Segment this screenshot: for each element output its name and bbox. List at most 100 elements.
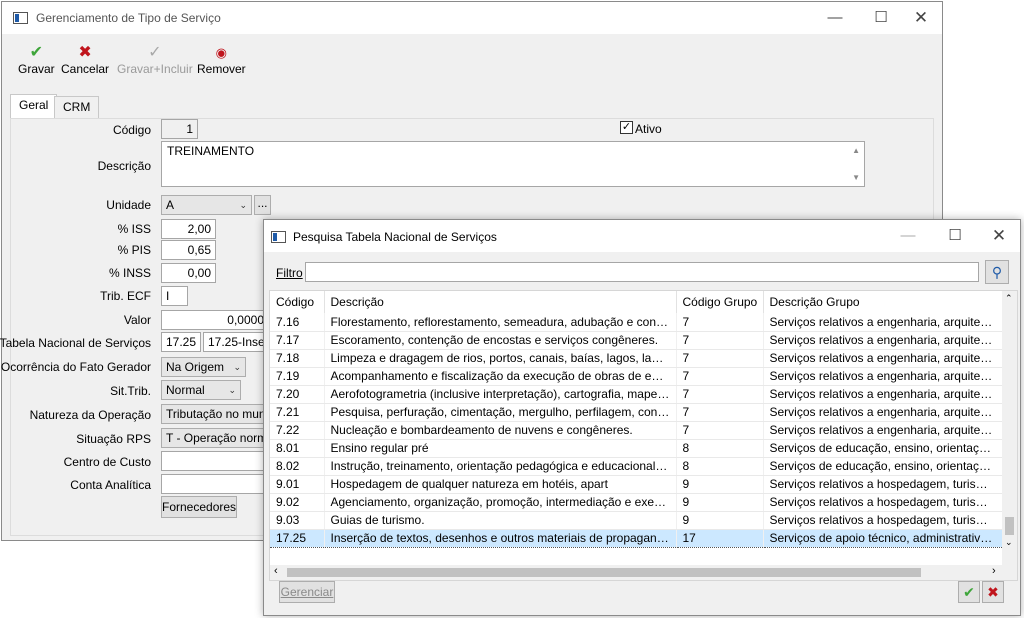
ativo-checkbox[interactable]: ✓ bbox=[620, 121, 633, 134]
cell-descricao-grupo: Serviços de educação, ensino, orientação… bbox=[763, 457, 1003, 476]
cell-codigo: 7.19 bbox=[270, 367, 325, 386]
tab-crm[interactable]: CRM bbox=[54, 96, 100, 118]
remove-button[interactable]: ◉ Remover bbox=[197, 44, 246, 76]
confirm-button[interactable]: ✔ bbox=[958, 581, 980, 603]
table-row[interactable]: 17.25 Inserção de textos, desenhos e outr… bbox=[270, 528, 1003, 548]
cell-codigo: 17.25 bbox=[270, 528, 325, 548]
vertical-scroll-thumb[interactable] bbox=[1005, 517, 1014, 535]
results-grid: Código Descrição Código Grupo Descrição … bbox=[269, 290, 1018, 581]
column-header-descricao[interactable]: Descrição bbox=[324, 291, 677, 313]
cell-descricao: Inserção de textos, desenhos e outros ma… bbox=[324, 528, 677, 548]
cell-codigo-grupo: 7 bbox=[676, 313, 764, 332]
scroll-up-icon[interactable]: ▲ bbox=[852, 146, 860, 155]
dialog-maximize-button[interactable]: ☐ bbox=[932, 220, 978, 252]
cell-descricao-grupo: Serviços relativos a hospedagem, turismo… bbox=[763, 511, 1003, 530]
descricao-textarea[interactable]: TREINAMENTO ▲ ▼ bbox=[161, 141, 865, 187]
horizontal-scroll-thumb[interactable] bbox=[287, 568, 921, 577]
table-row[interactable]: 8.01 Ensino regular pré 8 Serviços de educa… bbox=[270, 439, 1003, 458]
column-header-codigo-grupo[interactable]: Código Grupo bbox=[676, 291, 764, 313]
cell-descricao: Hospedagem de qualquer natureza em hotéi… bbox=[324, 475, 677, 494]
scroll-up-icon[interactable]: ⌃ bbox=[1005, 293, 1013, 304]
cell-descricao: Escoramento, contenção de encostas e ser… bbox=[324, 331, 677, 350]
codigo-label: Código bbox=[112, 123, 151, 137]
scroll-left-icon[interactable]: ‹ bbox=[274, 565, 278, 577]
close-window-button[interactable]: ✕ bbox=[898, 2, 944, 34]
table-header: Código Descrição Código Grupo Descrição … bbox=[270, 291, 1003, 313]
tns-code-field[interactable]: 17.25 bbox=[161, 332, 201, 352]
cell-descricao: Instrução, treinamento, orientação pedag… bbox=[324, 457, 677, 476]
table-row[interactable]: 7.20 Aerofotogrametria (inclusive interpr… bbox=[270, 385, 1003, 404]
cell-codigo-grupo: 7 bbox=[676, 385, 764, 404]
table-row[interactable]: 7.21 Pesquisa, perfuração, cimentação, me… bbox=[270, 403, 1003, 422]
valor-field[interactable]: 0,0000 bbox=[161, 310, 269, 330]
save-include-button[interactable]: ✓ Gravar+Incluir bbox=[117, 44, 193, 76]
rps-select[interactable]: T - Operação normal bbox=[161, 428, 273, 448]
iss-field[interactable]: 2,00 bbox=[161, 219, 216, 239]
cell-codigo-grupo: 8 bbox=[676, 439, 764, 458]
unidade-select[interactable]: A ⌄ bbox=[161, 195, 252, 215]
cell-codigo-grupo: 9 bbox=[676, 493, 764, 512]
table-row[interactable]: 7.22 Nucleação e bombardeamento de nuvens… bbox=[270, 421, 1003, 440]
cancel-dialog-button[interactable]: ✖ bbox=[982, 581, 1004, 603]
scroll-down-icon[interactable]: ▼ bbox=[852, 173, 860, 182]
table-row[interactable]: 7.18 Limpeza e dragagem de rios, portos, … bbox=[270, 349, 1003, 368]
cell-descricao: Limpeza e dragagem de rios, portos, cana… bbox=[324, 349, 677, 368]
save-button[interactable]: ✔ Gravar bbox=[18, 44, 55, 76]
filter-input[interactable] bbox=[305, 262, 979, 282]
table-row[interactable]: 9.03 Guias de turismo. 9 Serviços relativos… bbox=[270, 511, 1003, 530]
cell-descricao-grupo: Serviços relativos a engenharia, arquite… bbox=[763, 349, 1003, 368]
cell-codigo-grupo: 9 bbox=[676, 511, 764, 530]
cell-codigo-grupo: 8 bbox=[676, 457, 764, 476]
cell-descricao-grupo: Serviços relativos a engenharia, arquite… bbox=[763, 331, 1003, 350]
conta-analitica-field[interactable] bbox=[161, 474, 273, 494]
check-plus-icon: ✓ bbox=[148, 44, 162, 61]
cell-codigo: 9.03 bbox=[270, 511, 325, 530]
gerenciar-button[interactable]: Gerenciar bbox=[279, 581, 335, 603]
dialog-titlebar: Pesquisa Tabela Nacional de Serviços — ☐… bbox=[264, 220, 1020, 252]
search-dialog: Pesquisa Tabela Nacional de Serviços — ☐… bbox=[263, 219, 1021, 616]
natureza-select[interactable]: Tributação no município bbox=[161, 404, 273, 424]
table-row[interactable]: 8.02 Instrução, treinamento, orientação p… bbox=[270, 457, 1003, 476]
scroll-right-icon[interactable]: › bbox=[992, 565, 996, 577]
inss-field[interactable]: 0,00 bbox=[161, 263, 216, 283]
centro-custo-field[interactable] bbox=[161, 451, 273, 471]
dialog-minimize-button[interactable]: — bbox=[885, 220, 931, 252]
cell-descricao: Acompanhamento e fiscalização da execuçã… bbox=[324, 367, 677, 386]
main-window-title: Gerenciamento de Tipo de Serviço bbox=[36, 11, 221, 25]
minimize-button[interactable]: — bbox=[812, 2, 858, 34]
check-icon: ✔ bbox=[29, 44, 44, 61]
horizontal-scrollbar[interactable]: ‹ › bbox=[270, 565, 1017, 580]
ocorrencia-select[interactable]: Na Origem ⌄ bbox=[161, 357, 246, 377]
unidade-lookup-button[interactable]: ... bbox=[254, 195, 271, 215]
cell-codigo-grupo: 7 bbox=[676, 367, 764, 386]
filter-search-button[interactable]: ⚲ bbox=[985, 260, 1009, 284]
cell-descricao-grupo: Serviços de apoio técnico, administrativ… bbox=[763, 528, 1003, 548]
natureza-label: Natureza da Operação bbox=[29, 408, 151, 422]
table-row[interactable]: 9.02 Agenciamento, organização, promoção,… bbox=[270, 493, 1003, 512]
cell-codigo-grupo: 7 bbox=[676, 349, 764, 368]
column-header-descricao-grupo[interactable]: Descrição Grupo bbox=[763, 291, 1003, 313]
sittrib-label: Sit.Trib. bbox=[110, 384, 151, 398]
tab-geral[interactable]: Geral bbox=[10, 94, 58, 118]
dialog-close-button[interactable]: ✕ bbox=[976, 220, 1022, 252]
scroll-down-icon[interactable]: ⌄ bbox=[1005, 537, 1013, 548]
trib-ecf-field[interactable]: I bbox=[161, 286, 188, 306]
sittrib-select[interactable]: Normal ⌄ bbox=[161, 380, 241, 400]
fornecedores-button[interactable]: Fornecedores bbox=[161, 496, 237, 518]
cell-codigo-grupo: 17 bbox=[676, 528, 764, 548]
cell-codigo: 8.01 bbox=[270, 439, 325, 458]
table-row[interactable]: 7.16 Florestamento, reflorestamento, seme… bbox=[270, 313, 1003, 332]
vertical-scrollbar[interactable]: ⌃ ⌄ bbox=[1002, 291, 1017, 567]
table-row[interactable]: 7.19 Acompanhamento e fiscalização da exe… bbox=[270, 367, 1003, 386]
cell-descricao: Florestamento, reflorestamento, semeadur… bbox=[324, 313, 677, 332]
table-row[interactable]: 7.17 Escoramento, contenção de encostas e… bbox=[270, 331, 1003, 350]
dialog-title: Pesquisa Tabela Nacional de Serviços bbox=[293, 230, 497, 244]
pis-field[interactable]: 0,65 bbox=[161, 240, 216, 260]
codigo-field: 1 bbox=[161, 119, 198, 139]
column-header-codigo[interactable]: Código bbox=[270, 291, 325, 313]
cell-descricao-grupo: Serviços relativos a hospedagem, turismo… bbox=[763, 493, 1003, 512]
remove-icon: ◉ bbox=[215, 45, 228, 60]
cancel-button[interactable]: ✖ Cancelar bbox=[61, 44, 109, 76]
table-row[interactable]: 9.01 Hospedagem de qualquer natureza em h… bbox=[270, 475, 1003, 494]
cell-codigo: 8.02 bbox=[270, 457, 325, 476]
